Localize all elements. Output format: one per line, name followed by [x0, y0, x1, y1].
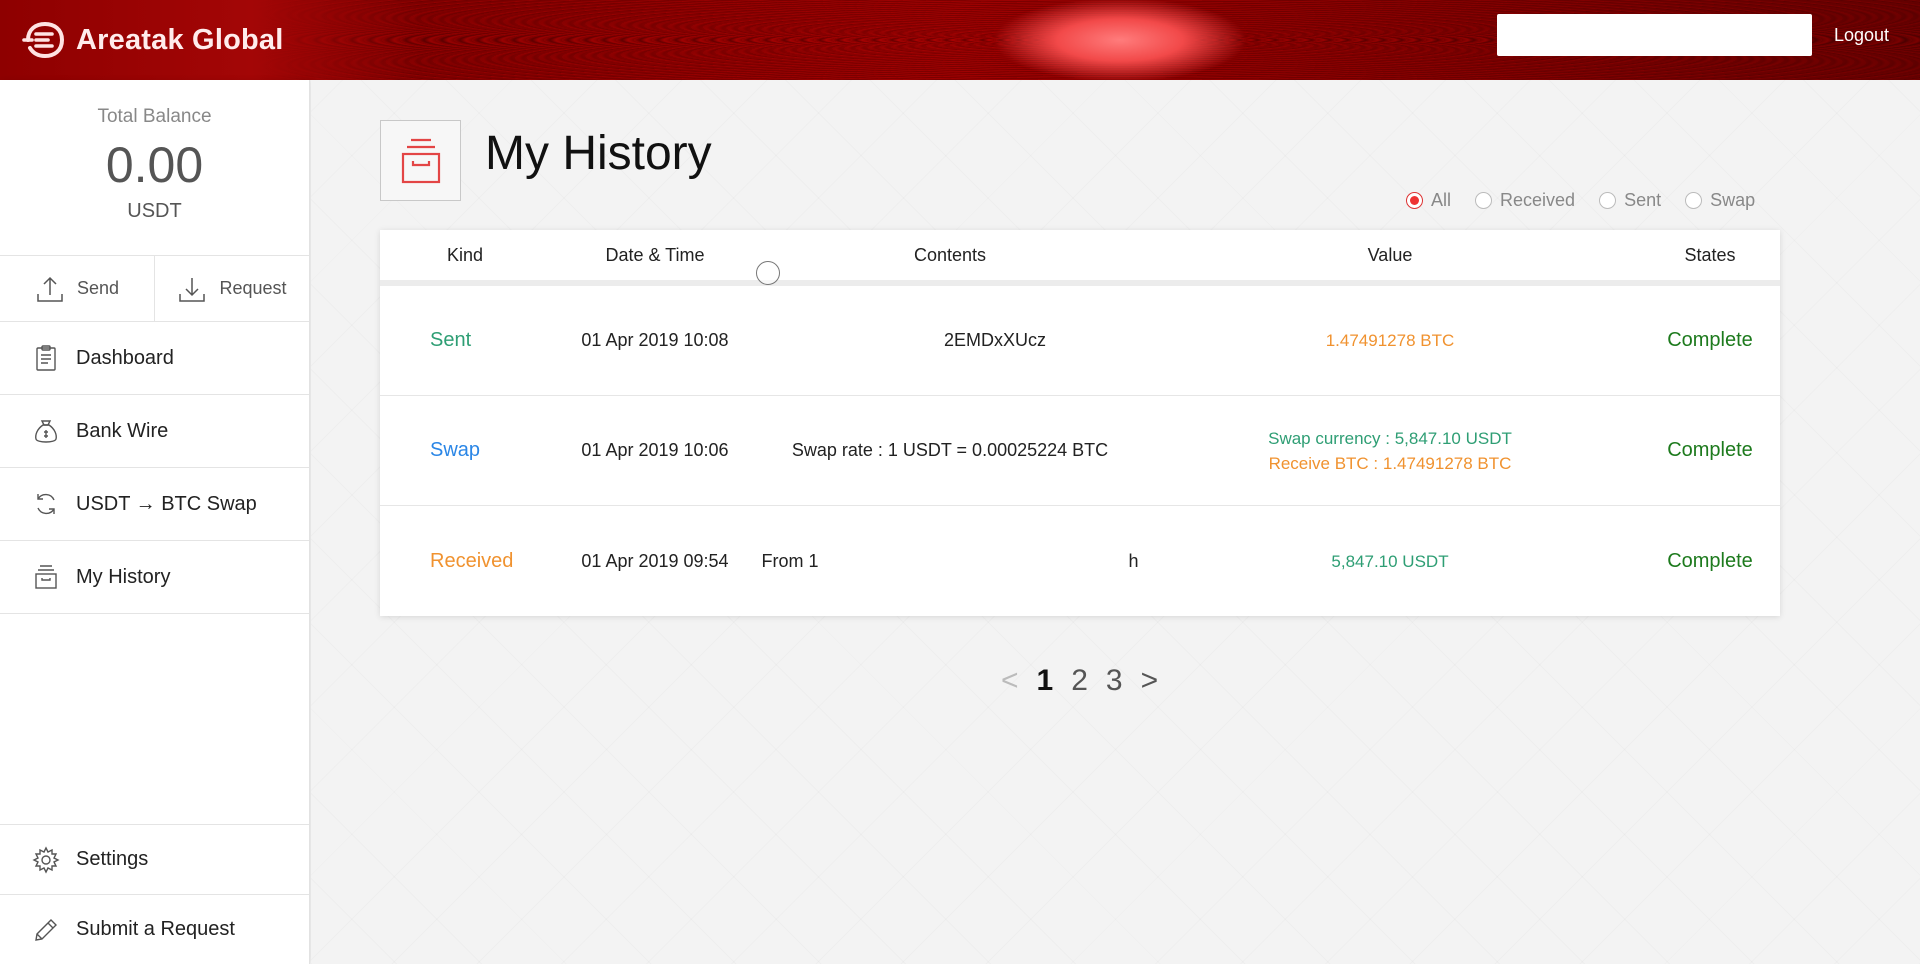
pagination-prev-button[interactable]: <	[1001, 664, 1019, 698]
kind-cell: Received	[430, 549, 514, 572]
state-cell: Complete	[1667, 549, 1753, 572]
upload-icon	[37, 276, 63, 302]
pencil-icon	[35, 918, 57, 941]
column-header-value: Value	[1367, 244, 1413, 265]
balance-unit: USDT	[127, 200, 182, 222]
sidebar-item-settings[interactable]: Settings	[0, 824, 309, 894]
page-title: My History	[485, 127, 712, 180]
filter-label: Received	[1500, 190, 1576, 210]
value-cell: Swap currency : 5,847.10 USDT Receive BT…	[1140, 426, 1640, 476]
value-line: 1.47491278 BTC	[1325, 331, 1455, 350]
request-label: Request	[219, 278, 287, 298]
logout-button[interactable]: Logout	[1834, 25, 1889, 46]
send-button[interactable]: Send	[0, 256, 154, 321]
app-header: Areatak Global Logout	[0, 0, 1920, 80]
balance-value: 0.00	[105, 137, 204, 193]
radio-dot	[1599, 192, 1617, 209]
sidebar-item-label: Settings	[76, 848, 149, 870]
sidebar: Total Balance 0.00 USDT Send Request Das…	[0, 80, 310, 964]
contents-cell: 2EMDxXUcz	[853, 330, 1047, 350]
date-cell: 01 Apr 2019 10:08	[581, 330, 729, 350]
value-line: 5,847.10 USDT	[1331, 551, 1449, 571]
sidebar-item-label: Bank Wire	[76, 419, 169, 442]
balance-label: Total Balance	[97, 106, 212, 127]
clipboard-icon	[36, 345, 56, 371]
sidebar-item-label: USDT → BTC Swap	[76, 492, 257, 515]
sidebar-item-label: Submit a Request	[76, 918, 235, 940]
radio-dot	[1406, 192, 1423, 209]
sidebar-item-my-history[interactable]: My History	[0, 541, 309, 614]
state-cell: Complete	[1667, 329, 1753, 351]
kind-cell: Sent	[430, 329, 472, 351]
table-row[interactable]: Swap 01 Apr 2019 10:06 Swap rate : 1 USD…	[380, 396, 1780, 506]
filter-sent-radio[interactable]: Sent	[1599, 190, 1661, 211]
radio-dot	[1475, 192, 1493, 209]
brand-name: Areatak Global	[76, 23, 284, 56]
kind-cell: Swap	[430, 439, 481, 461]
date-cell: 01 Apr 2019 10:06	[581, 440, 729, 460]
value-cell: 1.47491278 BTC	[1140, 328, 1640, 353]
mouse-cursor-ring	[756, 261, 780, 285]
page-icon-box	[380, 120, 461, 201]
filter-label: Swap	[1710, 190, 1756, 210]
history-filter-group: All Received Sent Swap	[1406, 190, 1755, 211]
sidebar-item-label: Dashboard	[76, 346, 174, 369]
filter-label: Sent	[1624, 190, 1662, 210]
radio-dot	[1685, 192, 1703, 209]
value-line: Swap currency : 5,847.10 USDT	[1268, 428, 1512, 448]
filter-label: All	[1431, 190, 1452, 210]
filter-swap-radio[interactable]: Swap	[1685, 190, 1755, 211]
value-cell: 5,847.10 USDT	[1140, 549, 1640, 574]
column-header-states: States	[1684, 244, 1736, 265]
sidebar-item-label: My History	[76, 565, 171, 588]
archive-icon	[35, 565, 57, 589]
sidebar-item-bank-wire[interactable]: Bank Wire	[0, 395, 309, 468]
filter-all-radio[interactable]: All	[1406, 190, 1451, 211]
send-label: Send	[76, 278, 120, 298]
download-icon	[179, 277, 206, 302]
column-header-kind: Kind	[446, 244, 484, 265]
history-table: Kind Date & Time Contents Value States S…	[380, 230, 1780, 616]
contents-cell: Swap rate : 1 USDT = 0.00025224 BTC	[791, 440, 1109, 460]
sidebar-bottom-nav: Settings Submit a Request	[0, 824, 309, 964]
main-content: My History All Received Sent Swap Kind D…	[311, 80, 1920, 964]
swap-icon	[37, 493, 55, 515]
archive-icon	[401, 138, 440, 183]
header-search-input[interactable]	[1497, 14, 1812, 56]
pagination-page-1[interactable]: 1	[1037, 664, 1054, 698]
money-bag-icon	[35, 420, 57, 443]
table-header: Kind Date & Time Contents Value States	[380, 230, 1780, 286]
pagination-page-3[interactable]: 3	[1106, 664, 1123, 698]
brand-logo[interactable]: Areatak Global	[22, 18, 284, 62]
pagination-page-2[interactable]: 2	[1071, 664, 1088, 698]
date-cell: 01 Apr 2019 09:54	[581, 550, 729, 571]
filter-received-radio[interactable]: Received	[1475, 190, 1575, 211]
balance-panel: Total Balance 0.00 USDT	[0, 80, 309, 256]
table-row[interactable]: Received 01 Apr 2019 09:54 From 1 h 5,84…	[380, 506, 1780, 616]
sidebar-item-usdt-btc-swap[interactable]: USDT → BTC Swap	[0, 468, 309, 541]
brand-logo-icon	[22, 21, 65, 59]
pagination: < 1 2 3 >	[1001, 664, 1158, 698]
table-row[interactable]: Sent 01 Apr 2019 10:08 2EMDxXUcz 1.47491…	[380, 286, 1780, 396]
column-header-contents: Contents	[913, 244, 987, 265]
sidebar-item-submit-request[interactable]: Submit a Request	[0, 894, 309, 964]
gear-icon	[32, 845, 60, 874]
quick-actions: Send Request	[0, 256, 309, 322]
contents-cell: From 1 h	[761, 550, 1139, 571]
sidebar-item-dashboard[interactable]: Dashboard	[0, 322, 309, 395]
state-cell: Complete	[1667, 439, 1753, 461]
column-header-date: Date & Time	[605, 244, 705, 265]
request-button[interactable]: Request	[154, 256, 309, 321]
pagination-next-button[interactable]: >	[1141, 664, 1159, 698]
value-line: Receive BTC : 1.47491278 BTC	[1268, 453, 1512, 473]
